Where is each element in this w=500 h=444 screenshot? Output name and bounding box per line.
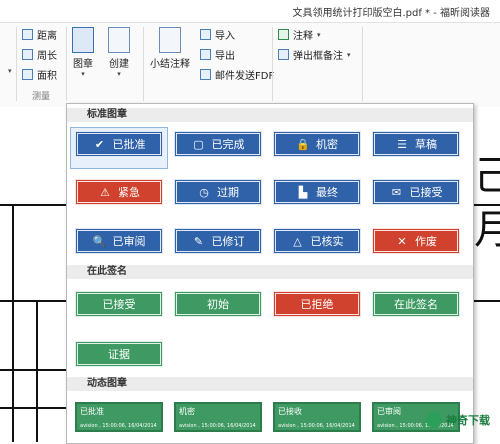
watermark-logo: 神奇下载 [426,412,490,428]
stamp-label: 证据 [108,348,130,361]
stamp-label: 初始 [207,298,229,311]
chevron-down-icon: ▾ [317,30,321,39]
dynamic-stamp-label: 已接收 [278,407,302,416]
cross-icon: ✕ [397,234,407,248]
export-button[interactable]: 导出 [200,47,235,62]
dynamic-stamps-header: 动态图章 [67,377,473,391]
stamp-label: 已拒绝 [300,298,334,311]
document-check-icon: ▢ [193,137,204,151]
dynamic-stamp-label: 机密 [179,407,195,416]
pencil-icon: ✎ [193,234,204,248]
stamp-dropdown-panel: 标准图章 ✔ 已批准 ▢ 已完成 🔒 机密 ☰ 草稿 ⚠ 紧急 ◷ 过期 ▙ 最终 ✉ 已接受 🔍 已审阅 ✎ 已修订… [66,103,474,444]
title-bar: 文具领用统计打印版空白.pdf * - 福昕阅读器 [0,0,500,22]
envelope-icon: ✉ [391,185,402,199]
chevron-down-icon: ▾ [81,70,85,78]
ribbon-left-caret[interactable]: ▾ [8,67,12,75]
magnifier-icon: 🔍 [92,234,107,248]
sign-stamp-option[interactable]: 初始 [174,291,262,317]
create-stamp-icon [108,27,130,53]
stamp-label: 草稿 [415,138,437,151]
area-tool[interactable]: 面积 [22,67,57,82]
ruler-icon [22,29,33,40]
dynamic-stamp-option[interactable]: 机密 avision , 15:00:06, 16/04/2014 [174,402,262,432]
stamp-label: 已核实 [310,235,344,248]
stamp-option[interactable]: ✎ 已修订 [174,228,262,254]
stamp-label: 已接受 [409,186,443,199]
summary-icon [159,27,181,53]
stamp-icon: ▙ [298,185,308,199]
export-icon [200,49,211,60]
annotation-icon [278,29,289,40]
stamp-label: 已审阅 [112,235,146,248]
chevron-down-icon: ▾ [347,50,351,59]
stamp-label: 机密 [316,138,338,151]
stamp-label: 在此签名 [394,298,438,311]
dynamic-stamp-subtext: avision , 15:00:06, 16/04/2014 [179,423,256,429]
warning-icon: ⚠ [100,185,110,199]
ribbon-toolbar: ▾ 距离 周长 面积 测量 图章 ▾ 创建 ▾ 小结注释 导入 导出 邮件发送F… [0,22,500,108]
dynamic-stamp-option[interactable]: 已批准 avision , 15:00:06, 16/04/2014 [75,402,163,432]
stamp-button[interactable]: 图章 ▾ [72,27,94,78]
stamp-option[interactable]: ⚠ 紧急 [75,179,163,205]
dynamic-stamp-subtext: avision , 15:00:06, 16/04/2014 [278,423,355,429]
perimeter-tool[interactable]: 周长 [22,47,57,62]
dynamic-stamp-option[interactable]: 已接收 avision , 15:00:06, 16/04/2014 [273,402,361,432]
import-icon [200,29,211,40]
stamp-icon [72,27,94,53]
stamp-label: 紧急 [118,186,140,199]
stamp-option[interactable]: ◷ 过期 [174,179,262,205]
distance-tool[interactable]: 距离 [22,27,57,42]
chevron-down-icon: ▾ [117,70,121,78]
stamp-option[interactable]: 🔍 已审阅 [75,228,163,254]
sign-stamp-option[interactable]: 已接受 [75,291,163,317]
stamp-option[interactable]: ✔ 已批准 [75,131,163,157]
stamp-label: 已批准 [112,138,146,151]
email-fdf-button[interactable]: 邮件发送FDF [200,67,274,82]
sign-stamp-option[interactable]: 在此签名 [372,291,460,317]
dynamic-stamp-subtext: avision , 15:00:06, 16/04/2014 [80,423,157,429]
leaf-icon [426,412,442,428]
sign-here-header: 在此签名 [67,265,473,279]
measure-group-label: 测量 [32,92,51,102]
stamp-option[interactable]: ▢ 已完成 [174,131,262,157]
dynamic-stamp-label: 已批准 [80,407,104,416]
stamp-label: 已接受 [102,298,136,311]
standard-stamps-header: 标准图章 [67,108,473,122]
stamp-option[interactable]: ☰ 草稿 [372,131,460,157]
sign-stamp-option[interactable]: 已拒绝 [273,291,361,317]
create-button[interactable]: 创建 ▾ [108,27,130,78]
window-title: 文具领用统计打印版空白.pdf * - 福昕阅读器 [292,8,490,19]
lock-icon: 🔒 [296,137,310,151]
stamp-option[interactable]: ✕ 作废 [372,228,460,254]
triangle-icon: △ [293,234,302,248]
clock-icon: ◷ [199,185,209,199]
area-icon [22,69,33,80]
perimeter-icon [22,49,33,60]
document-glyph: 月 [474,207,500,253]
stamp-label: 已完成 [211,138,245,151]
annotation-dropdown[interactable]: 注释 ▾ [278,27,321,42]
document-lines-icon: ☰ [397,137,407,151]
stamp-option[interactable]: 🔒 机密 [273,131,361,157]
sign-stamp-option[interactable]: 证据 [75,341,163,367]
email-icon [200,69,211,80]
stamp-option[interactable]: ▙ 最终 [273,179,361,205]
summary-annotation-button[interactable]: 小结注释 [150,27,190,70]
stamp-label: 最终 [316,186,338,199]
check-icon: ✔ [94,137,105,151]
popup-note-icon [278,49,289,60]
popup-note-dropdown[interactable]: 弹出框备注 ▾ [278,47,351,62]
stamp-label: 过期 [217,186,239,199]
stamp-label: 已修订 [211,235,245,248]
import-button[interactable]: 导入 [200,27,235,42]
stamp-option[interactable]: △ 已核实 [273,228,361,254]
document-glyph: 己 [474,153,500,199]
stamp-label: 作废 [415,235,437,248]
stamp-option[interactable]: ✉ 已接受 [372,179,460,205]
